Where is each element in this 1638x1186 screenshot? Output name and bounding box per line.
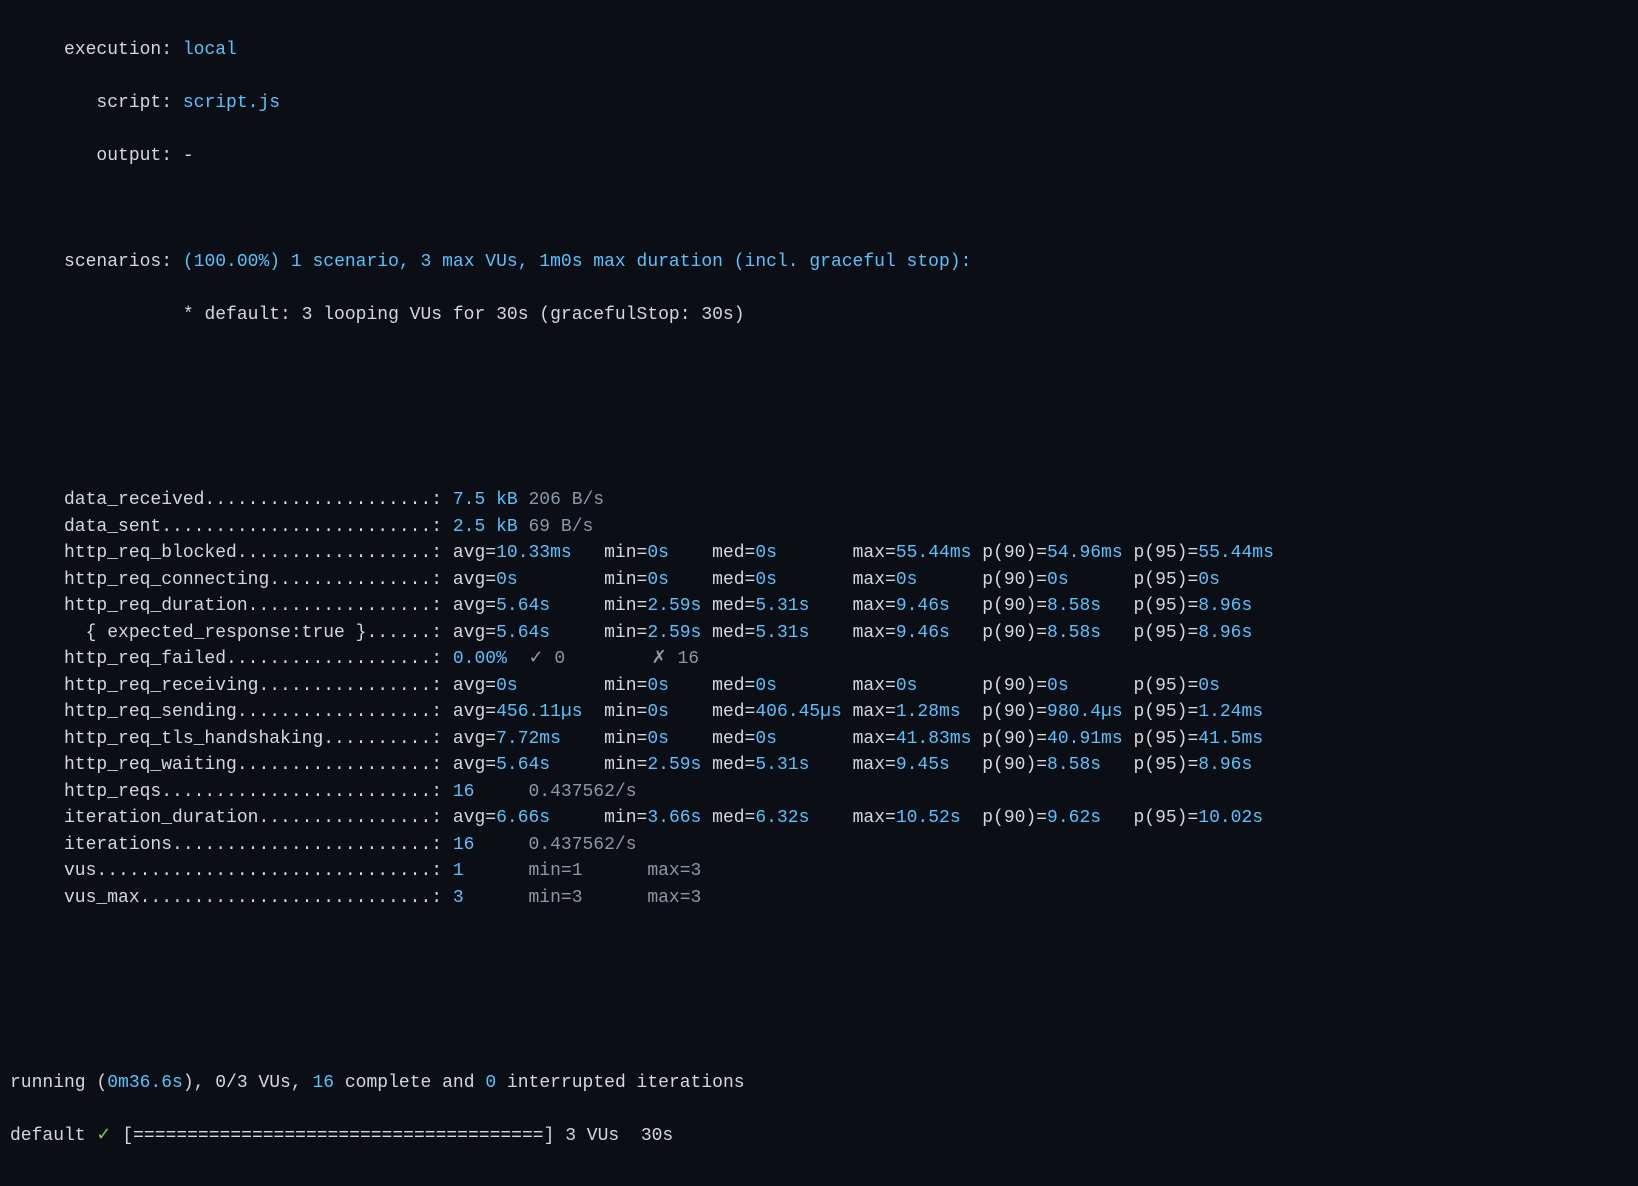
footer-progress: default ✓ [=============================… xyxy=(10,1123,1628,1150)
header-scenarios-detail: * default: 3 looping VUs for 30s (gracef… xyxy=(10,302,1628,329)
metric-http-req-receiving: http_req_receiving................: avg=… xyxy=(10,673,1628,700)
metrics-block: data_received.....................: 7.5 … xyxy=(10,487,1628,911)
metric-http-req-duration-sub: { expected_response:true }......: avg=5.… xyxy=(10,620,1628,647)
metric-data-received: data_received.....................: 7.5 … xyxy=(10,487,1628,514)
metric-vus: vus...............................: 1 mi… xyxy=(10,858,1628,885)
metric-http-req-blocked: http_req_blocked..................: avg=… xyxy=(10,540,1628,567)
header-execution: execution: local xyxy=(10,37,1628,64)
metric-iteration-duration: iteration_duration................: avg=… xyxy=(10,805,1628,832)
metric-http-req-failed: http_req_failed...................: 0.00… xyxy=(10,646,1628,673)
check-icon: ✓ xyxy=(96,1126,111,1146)
metric-vus-max: vus_max...........................: 3 mi… xyxy=(10,885,1628,912)
metric-data-sent: data_sent.........................: 2.5 … xyxy=(10,514,1628,541)
metric-http-req-waiting: http_req_waiting..................: avg=… xyxy=(10,752,1628,779)
terminal-output: execution: local script: script.js outpu… xyxy=(0,0,1638,1186)
metric-http-req-sending: http_req_sending..................: avg=… xyxy=(10,699,1628,726)
metric-http-req-connecting: http_req_connecting...............: avg=… xyxy=(10,567,1628,594)
metric-http-req-duration: http_req_duration.................: avg=… xyxy=(10,593,1628,620)
metric-http-reqs: http_reqs.........................: 16 0… xyxy=(10,779,1628,806)
metric-iterations: iterations........................: 16 0… xyxy=(10,832,1628,859)
metric-http-req-tls-handshaking: http_req_tls_handshaking..........: avg=… xyxy=(10,726,1628,753)
header-scenarios: scenarios: (100.00%) 1 scenario, 3 max V… xyxy=(10,249,1628,276)
footer-running: running (0m36.6s), 0/3 VUs, 16 complete … xyxy=(10,1070,1628,1097)
header-output: output: - xyxy=(10,143,1628,170)
header-script: script: script.js xyxy=(10,90,1628,117)
